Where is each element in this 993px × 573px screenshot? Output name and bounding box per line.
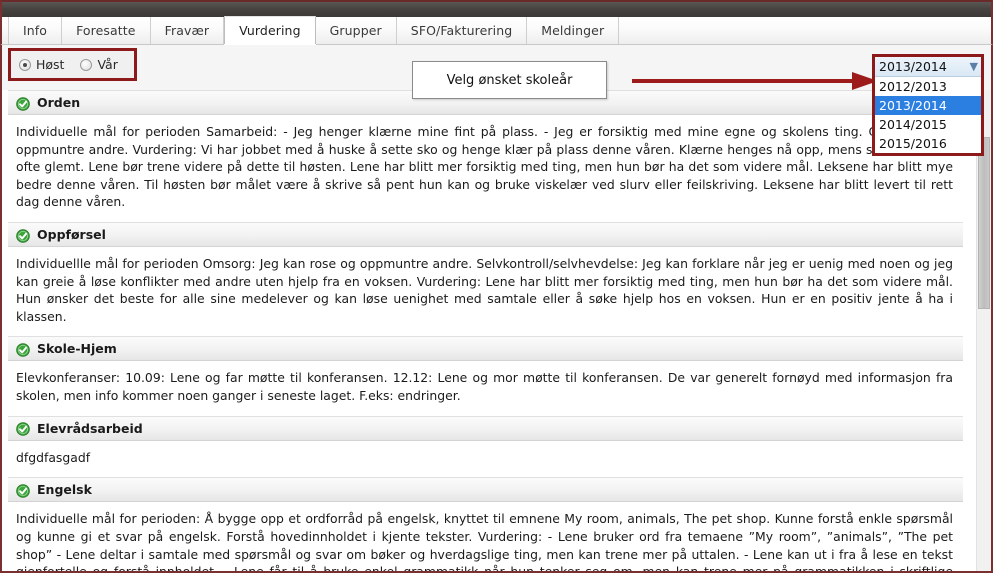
check-circle-icon xyxy=(16,483,30,498)
annotation-callout: Velg ønsket skoleår xyxy=(412,61,607,99)
check-circle-icon xyxy=(16,342,30,357)
radio-indicator-var[interactable] xyxy=(80,58,93,71)
assessment-section-header[interactable]: Skole-Hjem xyxy=(8,336,963,362)
assessment-section-title: Oppførsel xyxy=(37,227,106,243)
schoolyear-dropdown[interactable]: 2013/2014 ▼ 2012/2013 2013/2014 2014/2015 2… xyxy=(872,54,984,156)
radio-label-var: Vår xyxy=(97,57,118,72)
application-window: Info Foresatte Fravær Vurdering Grupper SFO/F… xyxy=(0,0,993,573)
content-scrollbar-thumb[interactable] xyxy=(978,137,990,309)
assessment-section: Oppførsel Individuellle mål for perioden … xyxy=(8,222,963,335)
schoolyear-dropdown-button[interactable]: 2013/2014 ▼ xyxy=(875,57,981,77)
tab-grupper[interactable]: Grupper xyxy=(316,17,397,44)
assessment-section-title: Engelsk xyxy=(37,482,92,498)
assessment-section: Skole-Hjem Elevkonferanser: 10.09: Lene o… xyxy=(8,336,963,414)
content-scrollbar[interactable] xyxy=(976,90,991,571)
tab-list: Info Foresatte Fravær Vurdering Grupper SFO/F… xyxy=(2,16,991,44)
radio-option-host[interactable]: Høst xyxy=(19,57,64,72)
schoolyear-option[interactable]: 2012/2013 xyxy=(875,77,981,96)
assessment-section-body: Elevkonferanser: 10.09: Lene og far møtt… xyxy=(8,361,963,414)
check-circle-icon xyxy=(16,228,30,243)
assessment-section-list: Orden Individuelle mål for perioden Samar… xyxy=(8,90,963,571)
assessment-section-body: dfgdfasgadf xyxy=(8,440,963,476)
check-circle-icon xyxy=(16,421,30,437)
assessment-section-header[interactable]: Engelsk xyxy=(8,477,963,503)
annotation-callout-text: Velg ønsket skoleår xyxy=(446,72,573,88)
assessment-section-body: Individuelle mål for perioden Samarbeid:… xyxy=(8,115,963,221)
schoolyear-option[interactable]: 2013/2014 xyxy=(875,96,981,115)
window-title-bar xyxy=(0,0,993,17)
period-selector-group: Høst Vår xyxy=(8,48,137,81)
assessment-content-panel: Orden Individuelle mål for perioden Samar… xyxy=(0,90,993,573)
check-circle-icon xyxy=(16,96,30,111)
assessment-section-body: Individuellle mål for perioden Omsorg: J… xyxy=(8,247,963,335)
schoolyear-option[interactable]: 2015/2016 xyxy=(875,134,981,153)
schoolyear-option[interactable]: 2014/2015 xyxy=(875,115,981,134)
radio-option-var[interactable]: Vår xyxy=(80,57,118,72)
assessment-section: Elevrådsarbeid dfgdfasgadf xyxy=(8,415,963,476)
assessment-section-title: Elevrådsarbeid xyxy=(37,420,143,436)
radio-label-host: Høst xyxy=(36,57,65,72)
schoolyear-selected-value: 2013/2014 xyxy=(879,59,947,74)
schoolyear-option-list[interactable]: 2012/2013 2013/2014 2014/2015 2015/2016 xyxy=(875,77,981,153)
assessment-section-body: Individuelle mål for perioden: Å bygge o… xyxy=(8,502,963,571)
chevron-down-icon: ▼ xyxy=(969,60,978,73)
radio-indicator-host[interactable] xyxy=(19,58,31,71)
assessment-section-title: Orden xyxy=(37,95,81,110)
assessment-section: Orden Individuelle mål for perioden Samar… xyxy=(8,90,963,221)
tab-sfo-fakturering[interactable]: SFO/Fakturering xyxy=(397,17,528,44)
annotation-arrow-icon xyxy=(632,72,878,90)
tab-frav-r[interactable]: Fravær xyxy=(151,17,225,44)
assessment-section-header[interactable]: Elevrådsarbeid xyxy=(8,415,963,441)
tab-vurdering[interactable]: Vurdering xyxy=(224,16,316,44)
tab-bar: Info Foresatte Fravær Vurdering Grupper SFO/F… xyxy=(0,16,993,45)
annotation-arrow xyxy=(630,70,880,92)
assessment-section: Engelsk Individuelle mål for perioden: Å … xyxy=(8,477,963,571)
tab-foresatte[interactable]: Foresatte xyxy=(62,17,151,44)
assessment-section-title: Skole-Hjem xyxy=(37,341,117,357)
tab-info[interactable]: Info xyxy=(8,17,63,44)
assessment-section-header[interactable]: Oppførsel xyxy=(8,222,963,248)
tab-meldinger[interactable]: Meldinger xyxy=(527,17,620,44)
